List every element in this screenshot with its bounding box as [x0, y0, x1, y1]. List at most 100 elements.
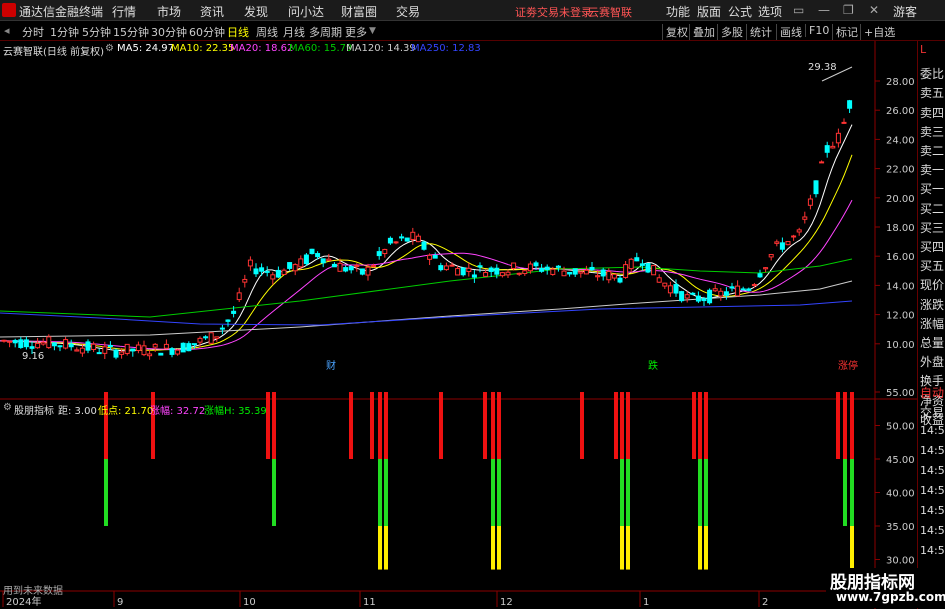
tool-fuquan[interactable]: 复权: [662, 24, 688, 40]
quote-field-14[interactable]: 涨幅: [920, 315, 944, 332]
quote-field-13[interactable]: 涨跌: [920, 296, 944, 313]
indicator-side-3[interactable]: 14:56: [920, 444, 945, 457]
quote-field-10[interactable]: 买四: [920, 238, 944, 255]
candle-body: [679, 291, 685, 302]
indicator-side-8[interactable]: 14:56: [920, 544, 945, 557]
candle-body: [701, 298, 707, 302]
event-marker-die[interactable]: 跌: [648, 359, 658, 372]
y-tick-label: 24.00: [886, 135, 915, 146]
login-notice[interactable]: 证劵交易未登录: [515, 4, 592, 20]
candle-body: [477, 265, 483, 268]
tf-30min[interactable]: 30分钟: [151, 24, 187, 40]
indicator-side-6[interactable]: 14:56: [920, 504, 945, 517]
left-arrow-icon[interactable]: ◂: [4, 24, 10, 37]
tool-biaoji[interactable]: 标记: [832, 24, 858, 40]
quote-field-8[interactable]: 买二: [920, 200, 944, 217]
event-marker-zhangting[interactable]: 涨停: [838, 359, 858, 372]
candle-body: [203, 336, 209, 339]
candle-body: [729, 286, 735, 289]
candle-body: [337, 262, 343, 272]
candle-body: [96, 352, 102, 355]
quote-field-2[interactable]: 卖五: [920, 84, 944, 101]
menu-hangqing[interactable]: 行情: [112, 3, 136, 20]
menu-wenxiaoda[interactable]: 问小达: [288, 3, 324, 20]
tool-f10[interactable]: F10: [805, 24, 829, 37]
indicator-side-4[interactable]: 14:56: [920, 464, 945, 477]
menu-caifuquan[interactable]: 财富圈: [341, 3, 377, 20]
event-marker-cai[interactable]: 财: [326, 359, 336, 372]
window-icon[interactable]: —: [818, 3, 830, 17]
quote-field-5[interactable]: 卖二: [920, 142, 944, 159]
tf-1min[interactable]: 1分钟: [50, 24, 79, 40]
candle-body: [18, 339, 24, 348]
indicator-side-2[interactable]: 14:56: [920, 424, 945, 437]
stock-name[interactable]: 云赛智联(日线 前复权): [3, 43, 104, 58]
candle-body: [29, 346, 35, 349]
candle-body: [242, 278, 248, 283]
guest-label[interactable]: 游客: [893, 3, 917, 20]
tool-diejia[interactable]: 叠加: [689, 24, 715, 40]
quote-field-16[interactable]: 外盘: [920, 353, 944, 370]
menu-zixun[interactable]: 资讯: [200, 3, 224, 20]
candle-body: [712, 288, 718, 292]
tf-daily[interactable]: 日线: [227, 24, 249, 40]
indicator-side-5[interactable]: 14:56: [920, 484, 945, 497]
indicator-side-0[interactable]: 自动: [920, 384, 944, 401]
quote-field-12[interactable]: 现价: [920, 276, 944, 293]
candle-body: [555, 265, 561, 268]
quote-field-7[interactable]: 买一: [920, 180, 944, 197]
candle-body: [779, 242, 785, 250]
candle-body: [617, 277, 623, 283]
indicator-settings-icon[interactable]: ⚙: [3, 402, 12, 413]
candle-body: [1, 339, 7, 342]
quote-field-4[interactable]: 卖三: [920, 123, 944, 140]
tool-zixuan[interactable]: +自选: [860, 24, 895, 40]
tool-huaxian[interactable]: 画线: [776, 24, 802, 40]
tool-duogu[interactable]: 多股: [717, 24, 743, 40]
menu-faxian[interactable]: 发现: [244, 3, 268, 20]
tf-60min[interactable]: 60分钟: [189, 24, 225, 40]
settings-icon[interactable]: ⚙: [105, 43, 114, 54]
menu-gongshi[interactable]: 公式: [728, 3, 752, 20]
tf-multi[interactable]: 多周期: [309, 24, 342, 40]
candle-body: [91, 343, 97, 351]
menu-jiaoyi[interactable]: 交易: [396, 3, 420, 20]
candle-body: [438, 265, 444, 271]
menu-shichang[interactable]: 市场: [157, 3, 181, 20]
y-tick-label: 16.00: [886, 252, 915, 263]
tf-fenshi[interactable]: 分时: [22, 24, 44, 40]
candle-body: [443, 265, 449, 271]
quote-field-3[interactable]: 卖四: [920, 104, 944, 121]
quote-field-15[interactable]: 总量: [920, 334, 944, 351]
indicator-name[interactable]: 股朋指标: [14, 402, 54, 417]
quote-field-11[interactable]: 买五: [920, 257, 944, 274]
tf-monthly[interactable]: 月线: [283, 24, 305, 40]
signal-bar-yellow: [491, 526, 495, 570]
candle-body: [639, 263, 645, 266]
quote-field-6[interactable]: 卖一: [920, 161, 944, 178]
indicator-side-7[interactable]: 14:56: [920, 524, 945, 537]
indicator-side-1[interactable]: 交易: [920, 404, 944, 421]
restore-icon[interactable]: ❐: [843, 3, 854, 17]
quote-field-9[interactable]: 买三: [920, 219, 944, 236]
menu-gongneng[interactable]: 功能: [666, 3, 690, 20]
minimize-icon[interactable]: ▭: [793, 3, 804, 17]
tf-15min[interactable]: 15分钟: [113, 24, 149, 40]
menu-xuanxiang[interactable]: 选项: [758, 3, 782, 20]
tool-tongji[interactable]: 统计: [746, 24, 772, 40]
menu-banmian[interactable]: 版面: [697, 3, 721, 20]
candle-body: [471, 274, 477, 278]
quote-field-1[interactable]: 委比: [920, 65, 944, 82]
kline-chart-area[interactable]: 28.00 26.00 24.00 22.00 20.00 18.00 16.00 14.00…: [0, 41, 945, 609]
more-chevron-icon[interactable]: ▼: [369, 26, 376, 36]
candle-body: [354, 264, 360, 267]
close-icon[interactable]: ✕: [869, 3, 879, 17]
quote-field-0[interactable]: L: [920, 43, 926, 56]
candle-body: [763, 267, 769, 270]
tf-more[interactable]: 更多: [345, 24, 367, 40]
yunsai-link[interactable]: 云赛智联: [588, 4, 632, 20]
y-tick-label: 14.00: [886, 281, 915, 292]
tf-5min[interactable]: 5分钟: [82, 24, 111, 40]
candle-body: [281, 269, 287, 276]
tf-weekly[interactable]: 周线: [256, 24, 278, 40]
